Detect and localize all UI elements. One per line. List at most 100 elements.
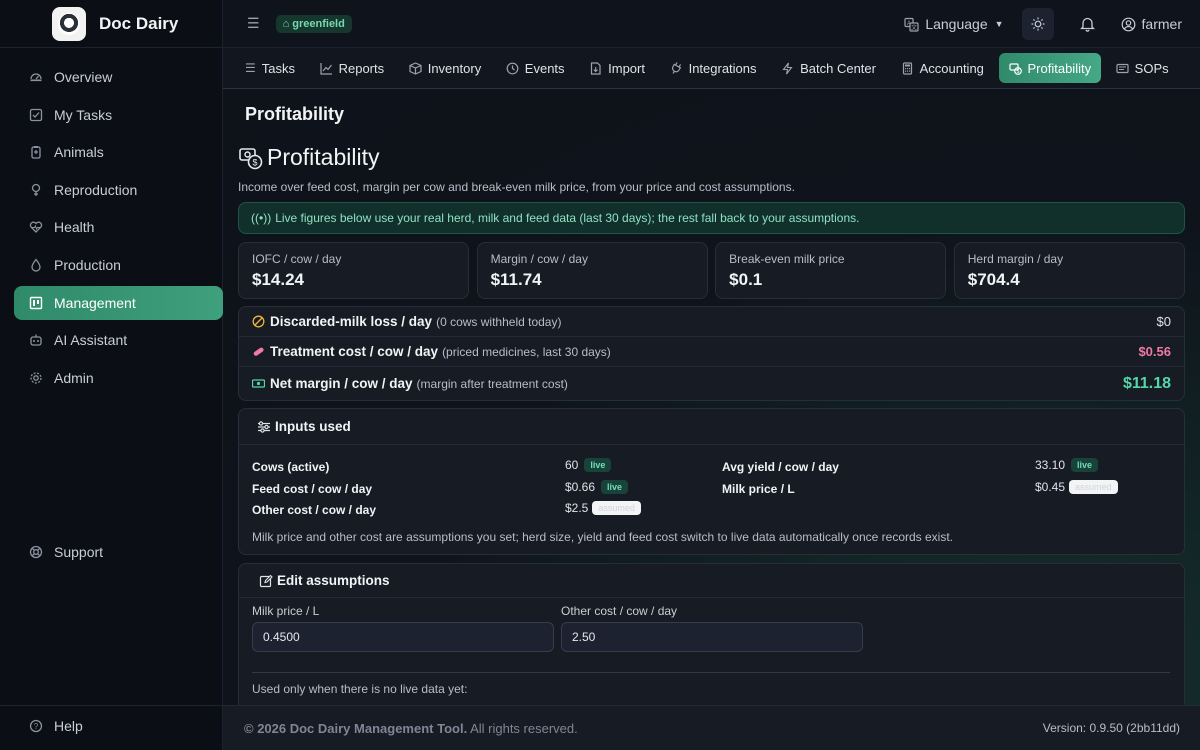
language-selector[interactable]: A文 Language ▼ [904,16,1004,32]
username: farmer [1141,16,1182,32]
input-value: $2.5 assumed [565,501,641,515]
chart-icon [319,62,333,75]
loss-note: (0 cows withheld today) [436,314,562,329]
tab-label: Profitability [1027,60,1092,76]
tab-import[interactable]: Import [579,53,655,83]
copyright-owner: © 2026 Doc Dairy Management Tool. [244,720,468,736]
tab-reports[interactable]: Reports [310,53,395,83]
svg-text:$: $ [1016,69,1019,75]
dashboard-icon [28,69,44,85]
help-icon: ? [28,718,44,734]
file-import-icon [589,61,602,75]
tab-label: Inventory [427,60,482,76]
edit-assumptions-header: Edit assumptions [239,564,1184,598]
translate-icon: A文 [904,17,919,32]
copyright: © 2026 Doc Dairy Management Tool. All ri… [244,721,578,736]
money-icon: $ [238,145,264,171]
input-value-text: $2.5 [565,501,589,515]
sidebar-item-label: My Tasks [54,106,113,123]
milk-price-input[interactable]: 0.4500 [252,622,554,652]
sidebar-item-production[interactable]: Production [14,248,223,282]
sidebar-item-management[interactable]: Management [14,285,223,320]
tab-profitability[interactable]: $ Profitability [998,53,1102,83]
sidebar-item-animals[interactable]: Animals [14,135,223,169]
kpi-label: Margin / cow / day [490,252,588,266]
kpi-value: $14.24 [252,270,304,289]
user-menu[interactable]: farmer [1121,16,1182,32]
sidebar-item-reproduction[interactable]: Reproduction [14,173,223,207]
sidebar-item-help[interactable]: ? Help [14,709,223,743]
kpi-card-herd-margin: Herd margin / day $704.4 [953,242,1186,299]
other-cost-input[interactable]: 2.50 [561,622,863,652]
sidebar-item-support[interactable]: Support [14,535,223,569]
sidebar-item-health[interactable]: Health [14,210,223,244]
page-title: Profitability [267,144,380,170]
input-label: Milk price / L [722,482,795,496]
kpi-value: $704.4 [967,270,1020,289]
other-cost-label: Other cost / cow / day [561,604,678,618]
user-icon [1121,17,1136,32]
topbar: ☰ ⌂ greenfield A文 Language ▼ farmer [223,0,1200,48]
tab-label: Accounting [919,60,984,76]
assumed-badge: assumed [592,501,641,515]
tenant-badge[interactable]: ⌂ greenfield [275,14,352,33]
help-section: ? Help [0,705,223,750]
live-badge: live [584,458,612,472]
loss-label: Net margin / cow / day [270,376,413,391]
inputs-note: Milk price and other cost are assumption… [252,530,954,544]
app-version: Version: 0.9.50 (2bb11dd) [1042,721,1180,735]
svg-text:文: 文 [911,23,917,31]
ban-icon [252,315,266,328]
sidebar-item-overview[interactable]: Overview [14,60,223,94]
bolt-icon [781,62,794,75]
page-subtitle: Income over feed cost, margin per cow an… [238,180,795,194]
input-label: Avg yield / cow / day [722,460,839,474]
sidebar: Doc Dairy Overview My Tasks Animals Repr… [0,0,223,750]
sidebar-item-label: Production [54,256,121,273]
input-value: 33.10 live [1035,458,1099,472]
kpi-label: Break-even milk price [729,252,845,266]
sidebar-item-label: Reproduction [54,181,138,198]
losses-panel: Discarded-milk loss / day (0 cows withhe… [238,306,1185,401]
sidebar-item-ai-assistant[interactable]: AI Assistant [14,323,223,357]
sliders-icon [257,420,271,434]
brand[interactable]: Doc Dairy [0,0,222,48]
input-value-text: 33.10 [1035,458,1066,472]
sidebar-nav: Overview My Tasks Animals Reproduction H… [14,60,223,398]
input-value-text: $0.45 [1035,480,1066,494]
tab-accounting[interactable]: Accounting [891,53,994,83]
tab-label: SOPs [1134,60,1169,76]
reproduction-icon [28,182,44,198]
live-badge: live [1071,458,1099,472]
cash-icon [252,377,266,390]
tab-label: Reports [338,60,385,76]
sidebar-item-my-tasks[interactable]: My Tasks [14,98,223,132]
inputs-used-title: Inputs used [275,419,351,434]
tab-tasks[interactable]: ☰ Tasks [235,53,305,83]
input-label: Other cost / cow / day [252,503,377,517]
tab-inventory[interactable]: Inventory [399,53,491,83]
tab-batch-center[interactable]: Batch Center [771,53,886,83]
main-content: Profitability $ Profitability Income ove… [223,89,1200,705]
tab-integrations[interactable]: Integrations [660,53,767,83]
tab-label: Batch Center [800,60,876,76]
milk-price-label: Milk price / L [252,604,320,618]
input-label: Cows (active) [252,460,330,474]
tab-sops[interactable]: SOPs [1106,53,1179,83]
svg-text:$: $ [252,157,257,167]
droplet-icon [28,257,44,273]
help-label: Help [54,718,83,734]
theme-toggle-button[interactable] [1021,8,1054,40]
tab-events[interactable]: Events [496,53,575,83]
sidebar-item-admin[interactable]: Admin [14,361,223,395]
loss-label: Discarded-milk loss / day [270,314,433,329]
chevron-down-icon: ▼ [994,19,1004,29]
edit-note: Used only when there is no live data yet… [252,682,468,696]
sidebar-item-label: Health [54,219,95,236]
tab-label: Integrations [688,60,757,76]
menu-toggle-icon[interactable]: ☰ [247,15,260,32]
notifications-bell-icon[interactable] [1079,16,1095,32]
svg-text:?: ? [34,722,39,731]
sun-icon [1031,17,1045,31]
heart-icon [28,219,44,235]
